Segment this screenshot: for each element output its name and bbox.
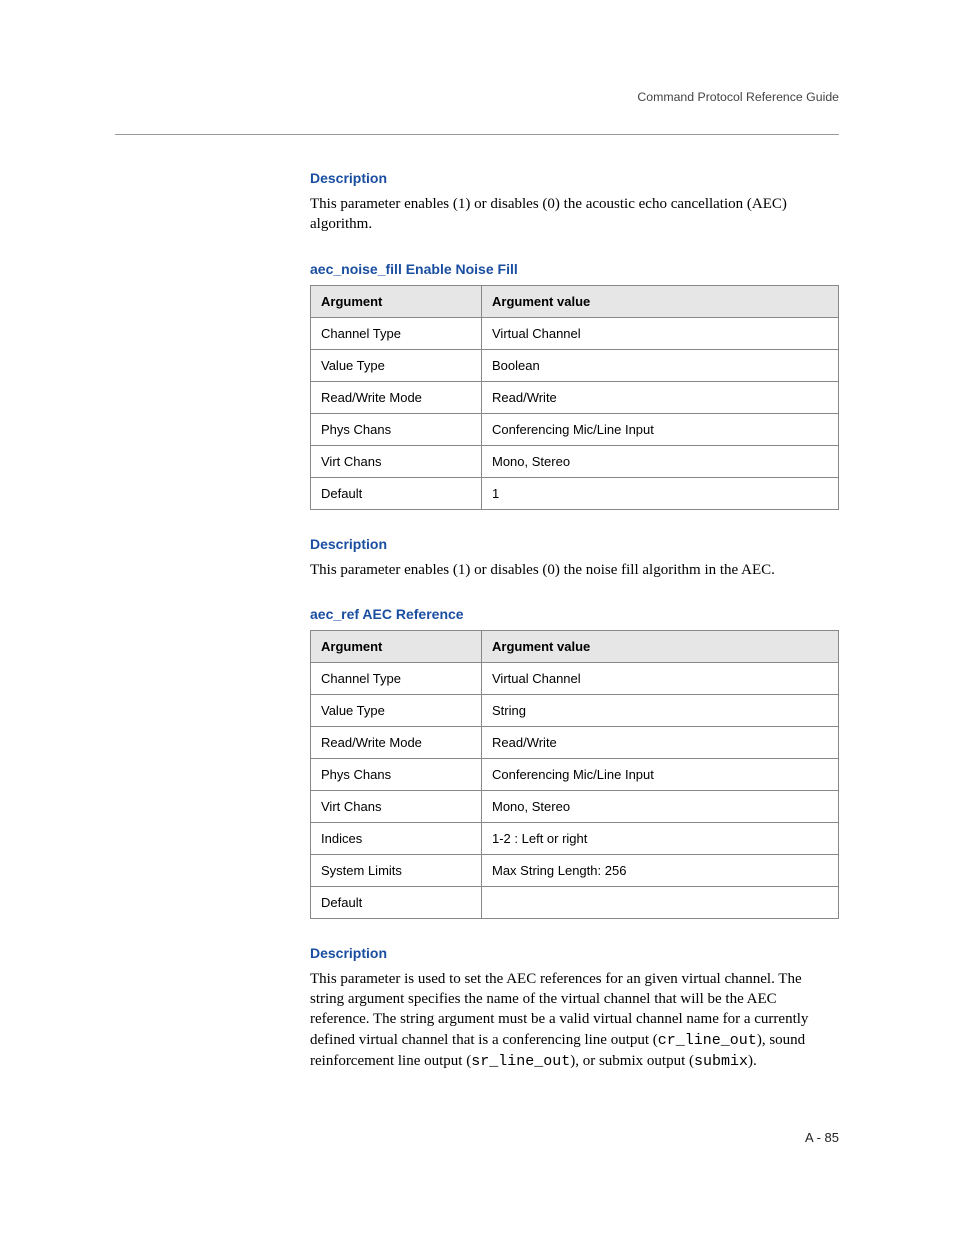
cell-val: Mono, Stereo bbox=[482, 445, 839, 477]
cell-arg: Read/Write Mode bbox=[311, 726, 482, 758]
table-row: Phys ChansConferencing Mic/Line Input bbox=[311, 413, 839, 445]
cell-val: Max String Length: 256 bbox=[482, 854, 839, 886]
cell-val: Conferencing Mic/Line Input bbox=[482, 758, 839, 790]
table-row: System LimitsMax String Length: 256 bbox=[311, 854, 839, 886]
header-title: Command Protocol Reference Guide bbox=[115, 90, 839, 104]
cell-val: Mono, Stereo bbox=[482, 790, 839, 822]
table-header-row: Argument Argument value bbox=[311, 630, 839, 662]
cell-arg: Channel Type bbox=[311, 662, 482, 694]
description-body-3: This parameter is used to set the AEC re… bbox=[310, 969, 839, 1072]
page-number: A - 85 bbox=[805, 1130, 839, 1145]
description-body-2: This parameter enables (1) or disables (… bbox=[310, 560, 839, 580]
cell-arg: Phys Chans bbox=[311, 758, 482, 790]
table-row: Channel TypeVirtual Channel bbox=[311, 317, 839, 349]
description-body-1: This parameter enables (1) or disables (… bbox=[310, 194, 839, 235]
cell-val: 1 bbox=[482, 477, 839, 509]
cell-val bbox=[482, 886, 839, 918]
aec-ref-heading: aec_ref AEC Reference bbox=[310, 606, 839, 622]
table-row: Virt ChansMono, Stereo bbox=[311, 445, 839, 477]
table-row: Channel TypeVirtual Channel bbox=[311, 662, 839, 694]
cell-val: Boolean bbox=[482, 349, 839, 381]
table-header-value: Argument value bbox=[482, 630, 839, 662]
body-text-segment: ). bbox=[748, 1053, 757, 1069]
table-row: Value TypeString bbox=[311, 694, 839, 726]
cell-val: Read/Write bbox=[482, 381, 839, 413]
main-content: Description This parameter enables (1) o… bbox=[310, 170, 839, 1072]
code-submix: submix bbox=[694, 1053, 748, 1070]
cell-val: Read/Write bbox=[482, 726, 839, 758]
cell-arg: Default bbox=[311, 477, 482, 509]
code-cr-line-out: cr_line_out bbox=[658, 1032, 757, 1049]
cell-arg: Virt Chans bbox=[311, 790, 482, 822]
cell-val: String bbox=[482, 694, 839, 726]
cell-arg: Virt Chans bbox=[311, 445, 482, 477]
cell-arg: Value Type bbox=[311, 694, 482, 726]
cell-arg: Phys Chans bbox=[311, 413, 482, 445]
description-heading-1: Description bbox=[310, 170, 839, 186]
body-text-segment: ), or submix output ( bbox=[570, 1053, 694, 1069]
table-row: Default bbox=[311, 886, 839, 918]
aec-noise-fill-heading: aec_noise_fill Enable Noise Fill bbox=[310, 261, 839, 277]
table-row: Read/Write ModeRead/Write bbox=[311, 726, 839, 758]
table-row: Value TypeBoolean bbox=[311, 349, 839, 381]
cell-arg: Read/Write Mode bbox=[311, 381, 482, 413]
table-row: Default1 bbox=[311, 477, 839, 509]
cell-arg: Value Type bbox=[311, 349, 482, 381]
aec-ref-table: Argument Argument value Channel TypeVirt… bbox=[310, 630, 839, 919]
table-header-value: Argument value bbox=[482, 285, 839, 317]
cell-val: 1-2 : Left or right bbox=[482, 822, 839, 854]
table-row: Read/Write ModeRead/Write bbox=[311, 381, 839, 413]
aec-noise-fill-table: Argument Argument value Channel TypeVirt… bbox=[310, 285, 839, 510]
description-heading-3: Description bbox=[310, 945, 839, 961]
table-row: Virt ChansMono, Stereo bbox=[311, 790, 839, 822]
table-row: Phys ChansConferencing Mic/Line Input bbox=[311, 758, 839, 790]
table-header-row: Argument Argument value bbox=[311, 285, 839, 317]
cell-arg: System Limits bbox=[311, 854, 482, 886]
cell-arg: Indices bbox=[311, 822, 482, 854]
code-sr-line-out: sr_line_out bbox=[471, 1053, 570, 1070]
description-heading-2: Description bbox=[310, 536, 839, 552]
page-container: Command Protocol Reference Guide Descrip… bbox=[0, 0, 954, 1235]
table-row: Indices1-2 : Left or right bbox=[311, 822, 839, 854]
cell-val: Virtual Channel bbox=[482, 662, 839, 694]
cell-val: Virtual Channel bbox=[482, 317, 839, 349]
cell-arg: Default bbox=[311, 886, 482, 918]
table-header-argument: Argument bbox=[311, 630, 482, 662]
cell-arg: Channel Type bbox=[311, 317, 482, 349]
header-divider bbox=[115, 134, 839, 135]
table-header-argument: Argument bbox=[311, 285, 482, 317]
cell-val: Conferencing Mic/Line Input bbox=[482, 413, 839, 445]
